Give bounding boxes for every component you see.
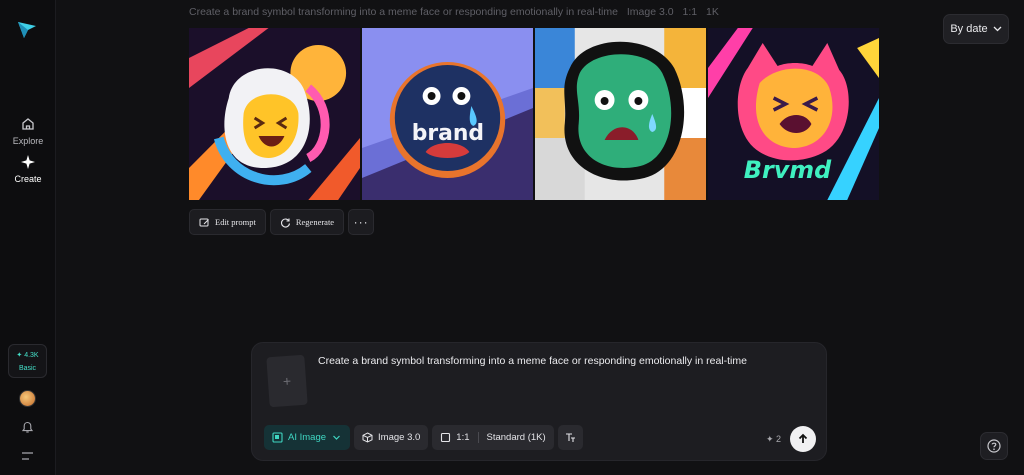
generated-image-2[interactable]: brand [362, 28, 533, 200]
history-ratio: 1:1 [682, 6, 698, 18]
regenerate-button[interactable]: Regenerate [269, 209, 345, 235]
avatar[interactable] [19, 390, 36, 407]
help-icon [987, 439, 1001, 453]
image-4-brand-text: Brvmd [744, 156, 832, 184]
nav-explore[interactable]: Explore [0, 116, 56, 146]
sparkle-icon [21, 155, 35, 169]
separator [477, 432, 479, 443]
size-selector[interactable]: 1:1 Standard (1K) [432, 425, 554, 450]
arrow-up-icon [798, 433, 808, 443]
plus-icon: + [282, 372, 292, 390]
composer-toolbar: AI Image Image 3.0 1:1 Standard (1K) [264, 425, 583, 450]
sort-label: By date [950, 23, 988, 35]
help-button[interactable] [980, 432, 1008, 460]
image-gallery: brand Brvmd [189, 28, 879, 200]
image-mode-icon [272, 432, 283, 443]
edit-prompt-label: Edit prompt [215, 217, 256, 227]
more-icon: ··· [353, 215, 369, 229]
credits-amount: ✦ 4.3K [16, 352, 39, 359]
generated-image-4[interactable]: Brvmd [708, 28, 879, 200]
home-icon [22, 118, 34, 130]
prompt-composer: + Create a brand symbol transforming int… [251, 342, 827, 461]
quality-label: Standard (1K) [486, 432, 546, 443]
aspect-ratio-icon [441, 432, 451, 443]
model-selector[interactable]: Image 3.0 [354, 425, 429, 450]
menu-icon[interactable] [21, 451, 34, 461]
prompt-input[interactable]: Create a brand symbol transforming into … [318, 355, 747, 367]
nav-create-label: Create [14, 174, 42, 184]
bell-icon[interactable] [21, 421, 34, 434]
chevron-down-icon [993, 26, 1002, 32]
image-2-brand-text: brand [412, 121, 484, 146]
edit-prompt-button[interactable]: Edit prompt [189, 209, 266, 235]
more-options-button[interactable]: ··· [348, 209, 375, 235]
history-prompt: Create a brand symbol transforming into … [189, 6, 719, 18]
mode-selector[interactable]: AI Image [264, 425, 351, 450]
sidebar: Explore Create ✦ 4.3K Basic [0, 0, 56, 475]
history-resolution: 1K [706, 6, 719, 18]
regenerate-label: Regenerate [295, 217, 335, 227]
credit-cost: ✦ 2 [766, 434, 782, 444]
refresh-icon [280, 217, 290, 227]
history-prompt-text: Create a brand symbol transforming into … [189, 6, 618, 18]
model-label: Image 3.0 [378, 432, 421, 443]
generated-image-1[interactable] [189, 28, 360, 200]
attach-image-button[interactable]: + [266, 354, 308, 408]
nav-create[interactable]: Create [0, 154, 56, 184]
edit-icon [199, 218, 209, 226]
app-logo-icon[interactable] [16, 20, 38, 40]
history-model: Image 3.0 [626, 6, 674, 18]
image-actions: Edit prompt Regenerate ··· [189, 209, 375, 235]
mode-label: AI Image [288, 432, 327, 443]
text-style-icon [565, 433, 575, 442]
chevron-down-icon [333, 435, 340, 440]
sort-dropdown[interactable]: By date [943, 14, 1009, 44]
ratio-label: 1:1 [456, 432, 470, 443]
text-style-button[interactable] [557, 425, 583, 450]
send-button[interactable] [790, 426, 816, 452]
nav-explore-label: Explore [12, 136, 44, 146]
generated-image-3[interactable] [535, 28, 706, 200]
plan-label: Basic [18, 365, 37, 372]
cube-icon [362, 432, 373, 443]
credits-badge[interactable]: ✦ 4.3K Basic [8, 344, 47, 378]
